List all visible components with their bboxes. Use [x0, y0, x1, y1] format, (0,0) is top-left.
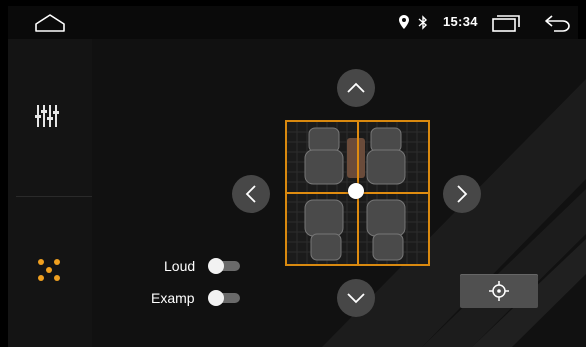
back-icon[interactable]: [544, 14, 572, 32]
location-icon: [399, 15, 409, 29]
loud-toggle[interactable]: [208, 258, 240, 274]
balance-fade-grid[interactable]: [285, 120, 430, 266]
equalizer-sliders-icon[interactable]: [34, 103, 60, 129]
home-icon[interactable]: [34, 13, 66, 33]
loud-toggle-knob: [208, 258, 224, 274]
fade-rear-button[interactable]: [337, 279, 375, 317]
sidebar-divider: [16, 196, 92, 197]
bluetooth-icon: [418, 15, 428, 30]
balance-position-handle[interactable]: [348, 183, 364, 199]
clock-time: 15:34: [443, 14, 478, 29]
chevron-up-icon: [347, 82, 365, 93]
recent-apps-icon[interactable]: [492, 14, 522, 32]
balance-dots-icon[interactable]: [37, 258, 61, 282]
crosshair-target-icon: [489, 281, 509, 301]
sidebar: [8, 39, 92, 347]
loud-label: Loud: [164, 258, 196, 274]
chevron-down-icon: [347, 293, 365, 304]
status-bar: 15:34: [8, 6, 578, 39]
examp-toggle[interactable]: [208, 290, 240, 306]
rear-seats: [304, 199, 406, 261]
chevron-left-icon: [245, 185, 256, 203]
examp-toggle-knob: [208, 290, 224, 306]
chevron-right-icon: [457, 185, 468, 203]
balance-right-button[interactable]: [443, 175, 481, 213]
center-reset-button[interactable]: [460, 274, 538, 308]
examp-label: Examp: [151, 290, 195, 306]
balance-left-button[interactable]: [232, 175, 270, 213]
balance-panel: Loud Examp: [92, 39, 586, 347]
fade-front-button[interactable]: [337, 69, 375, 107]
